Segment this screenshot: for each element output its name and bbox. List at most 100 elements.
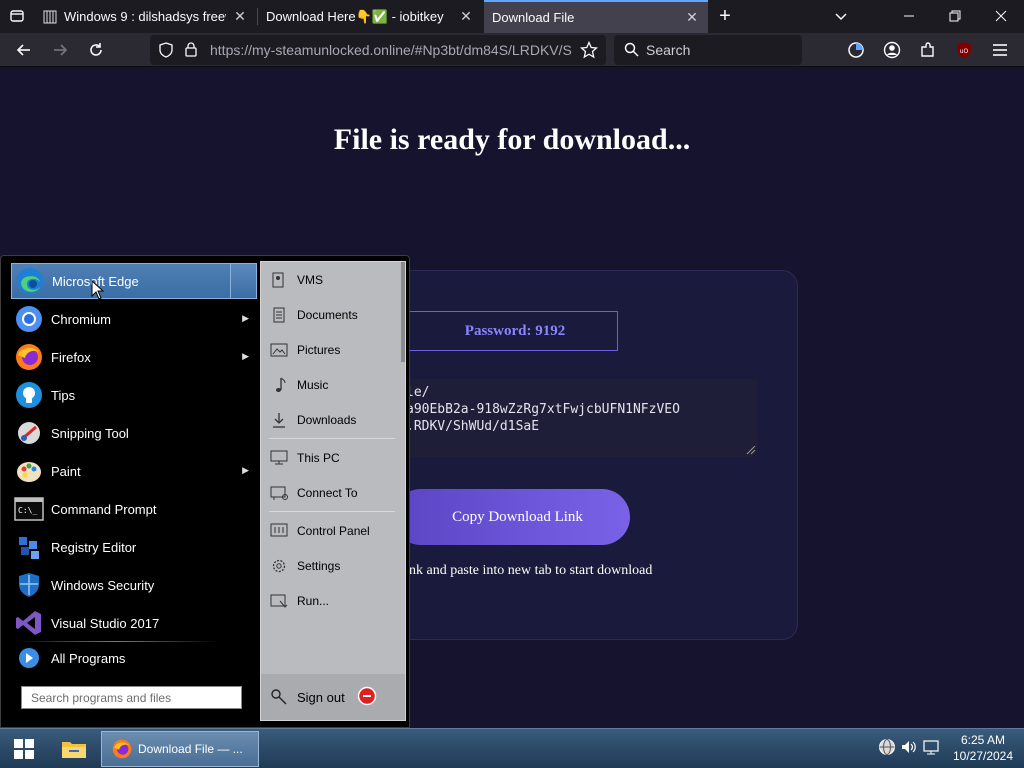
program-label: Windows Security (51, 577, 155, 593)
tab-list-icon[interactable] (5, 4, 29, 28)
minimize-icon[interactable] (897, 4, 921, 28)
place-this-pc[interactable]: This PC (261, 443, 403, 473)
program-windows-security[interactable]: Windows Security (11, 567, 257, 603)
download-link-textarea[interactable]: le/ a90EbB2a-918wZzRg7xtFwjcbUFN1NFzVEO … (400, 379, 758, 457)
tab-windows-9[interactable]: Windows 9 : dilshadsys freeware ✕ (34, 0, 256, 33)
program-registry-editor[interactable]: Registry Editor (11, 529, 257, 565)
tab-download-here[interactable]: Download Here👇✅ - iobitkey ✕ (258, 0, 482, 33)
close-tab-icon[interactable]: ✕ (684, 9, 700, 26)
place-run[interactable]: Run... (261, 586, 403, 616)
sign-out-button[interactable]: Sign out (261, 681, 403, 713)
paint-palette-icon (13, 455, 45, 487)
program-label: Snipping Tool (51, 425, 129, 441)
copy-download-link-button[interactable]: Copy Download Link (393, 489, 630, 545)
page-icon (42, 9, 58, 25)
all-programs-button[interactable]: All Programs (11, 640, 257, 676)
chromium-icon (13, 303, 45, 335)
start-button[interactable] (4, 731, 44, 767)
program-microsoft-edge[interactable]: Microsoft Edge (11, 263, 257, 299)
network-globe-icon[interactable] (878, 738, 896, 761)
program-label: Paint (51, 463, 81, 479)
account-icon[interactable] (880, 38, 904, 62)
divider (269, 438, 395, 439)
program-command-prompt[interactable]: C:\_ Command Prompt (11, 491, 257, 527)
shield-icon[interactable] (158, 42, 174, 63)
documents-icon (269, 305, 289, 325)
places-panel: VMS Documents Pictures Music Downloads T… (260, 261, 406, 721)
lock-icon[interactable] (184, 41, 198, 62)
tab-download-file[interactable]: Download File ✕ (484, 0, 708, 33)
clock[interactable]: 6:25 AM 10/27/2024 (948, 732, 1018, 764)
place-label: Control Panel (297, 524, 370, 538)
program-firefox[interactable]: Firefox ▶ (11, 339, 257, 375)
firefox-view-icon[interactable] (844, 38, 868, 62)
gear-icon (269, 556, 289, 576)
back-arrow-icon[interactable] (12, 38, 36, 62)
program-label: Tips (51, 387, 76, 403)
resize-grip-icon[interactable] (746, 445, 756, 455)
submenu-arrow-icon: ▶ (242, 351, 249, 361)
place-documents[interactable]: Documents (261, 300, 403, 330)
place-label: Connect To (297, 486, 358, 500)
extensions-icon[interactable] (916, 38, 940, 62)
program-label: Visual Studio 2017 (51, 615, 160, 631)
place-label: VMS (297, 273, 324, 287)
volume-icon[interactable] (900, 738, 918, 761)
search-bar[interactable]: Search (614, 35, 802, 65)
link-line: a90EbB2a-918wZzRg7xtFwjcbUFN1NFzVEO (406, 402, 680, 417)
start-search-box[interactable] (21, 686, 242, 709)
reload-icon[interactable] (84, 38, 108, 62)
start-search-input[interactable] (22, 687, 241, 708)
chevron-down-icon[interactable] (829, 4, 853, 28)
taskbar: Download File — ... 6:25 AM 10/27/2024 (0, 728, 1024, 768)
power-icon[interactable] (357, 686, 377, 709)
place-control-panel[interactable]: Control Panel (261, 516, 403, 546)
pictures-icon (269, 340, 289, 360)
computer-monitor-icon (269, 448, 289, 468)
shield-icon (13, 569, 45, 601)
browser-tab-bar: Windows 9 : dilshadsys freeware ✕ Downlo… (0, 0, 1024, 33)
close-tab-icon[interactable]: ✕ (232, 8, 248, 25)
submenu-toggle[interactable] (230, 264, 256, 298)
program-label: Firefox (51, 349, 91, 365)
page-title: File is ready for download... (333, 123, 691, 156)
navigation-toolbar: https://my-steamunlocked.online/#Np3bt/d… (0, 33, 1024, 67)
program-chromium[interactable]: Chromium ▶ (11, 301, 257, 337)
close-window-icon[interactable] (989, 4, 1013, 28)
submenu-arrow-icon: ▶ (242, 313, 249, 323)
program-visual-studio-2017[interactable]: Visual Studio 2017 (11, 605, 257, 641)
link-line: .RDKV/ShWUd/d1SaE (406, 419, 540, 434)
bookmark-star-icon[interactable] (579, 40, 599, 64)
place-downloads[interactable]: Downloads (261, 405, 403, 435)
programs-list: Microsoft Edge Chromium ▶ Firefox ▶ Tips (1, 256, 259, 727)
command-prompt-icon: C:\_ (13, 493, 45, 525)
arrow-right-circle-icon (13, 642, 45, 674)
divider (269, 511, 395, 512)
file-explorer-button[interactable] (52, 731, 96, 767)
close-tab-icon[interactable]: ✕ (458, 8, 474, 25)
tab-title: Download File (492, 10, 575, 25)
sign-out-label: Sign out (297, 689, 345, 705)
place-label: Pictures (297, 343, 341, 357)
program-snipping-tool[interactable]: Snipping Tool (11, 415, 257, 451)
ublock-origin-icon[interactable]: uO (952, 38, 976, 62)
firefox-icon (112, 739, 132, 759)
place-label: Run... (297, 594, 330, 608)
taskbar-item-firefox[interactable]: Download File — ... (101, 731, 259, 767)
place-music[interactable]: Music (261, 370, 403, 400)
action-center-icon[interactable] (922, 738, 942, 761)
address-bar[interactable]: https://my-steamunlocked.online/#Np3bt/d… (150, 35, 606, 65)
place-settings[interactable]: Settings (261, 551, 403, 581)
program-tips[interactable]: Tips (11, 377, 257, 413)
place-vms[interactable]: VMS (261, 265, 403, 295)
taskbar-item-label: Download File — ... (138, 742, 243, 756)
new-tab-icon[interactable]: + (713, 4, 737, 28)
place-pictures[interactable]: Pictures (261, 335, 403, 365)
program-paint[interactable]: Paint ▶ (11, 453, 257, 489)
clock-date: 10/27/2024 (952, 749, 1014, 763)
menu-hamburger-icon[interactable] (988, 38, 1012, 62)
place-connect-to[interactable]: Connect To (261, 478, 403, 508)
connect-to-icon (269, 483, 289, 503)
forward-arrow-icon[interactable] (48, 38, 72, 62)
restore-icon[interactable] (943, 4, 967, 28)
